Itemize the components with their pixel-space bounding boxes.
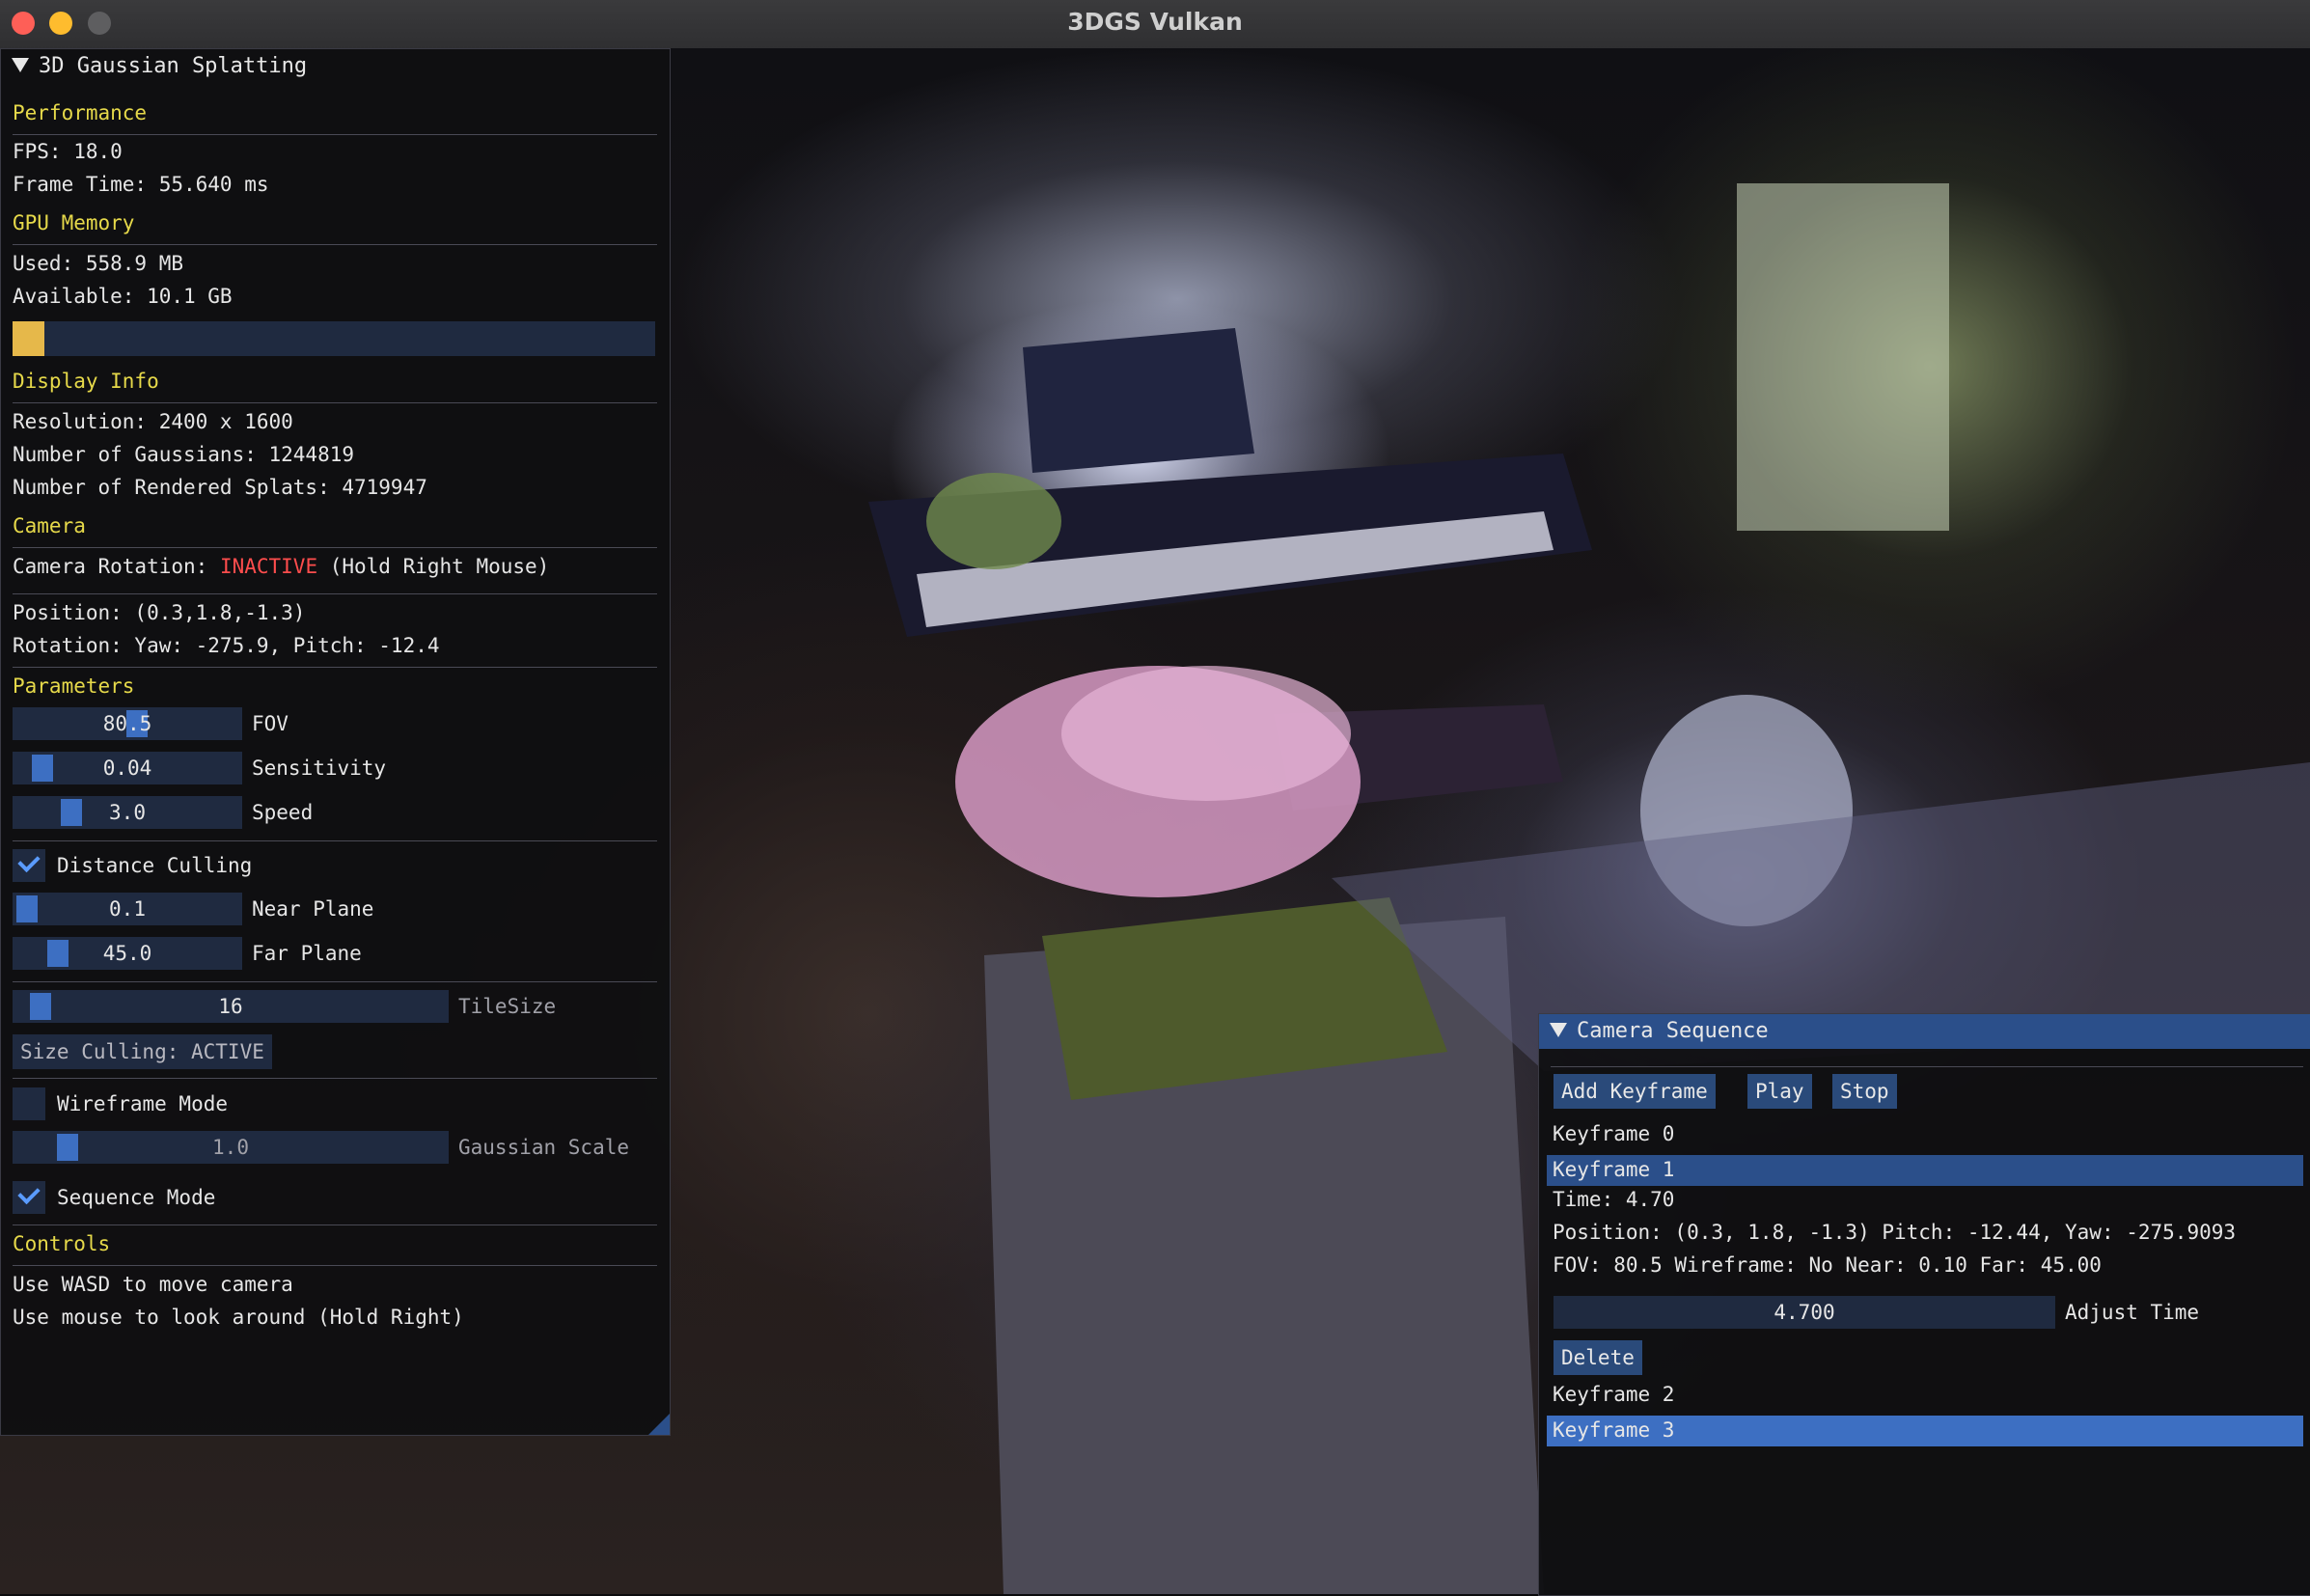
title-bar: 3DGS Vulkan <box>0 0 2310 49</box>
camera-position-readout: Position: (0.3,1.8,-1.3) <box>13 601 306 624</box>
keyframe-position: Position: (0.3, 1.8, -1.3) Pitch: -12.44… <box>1553 1221 2237 1244</box>
parameters-heading: Parameters <box>13 674 135 698</box>
fov-slider[interactable]: 80.5 <box>13 707 242 740</box>
display-info-heading: Display Info <box>13 370 159 393</box>
add-keyframe-button[interactable]: Add Keyframe <box>1554 1074 1716 1109</box>
camera-sequence-title: Camera Sequence <box>1577 1019 1769 1043</box>
separator <box>13 1265 657 1266</box>
tile-size-value: 16 <box>218 995 243 1018</box>
frame-time-readout: Frame Time: 55.640 ms <box>13 173 269 196</box>
play-button[interactable]: Play <box>1747 1074 1812 1109</box>
size-culling-button[interactable]: Size Culling: ACTIVE <box>13 1034 272 1069</box>
separator <box>13 244 657 245</box>
resolution-readout: Resolution: 2400 x 1600 <box>13 410 293 433</box>
keyframe-time: Time: 4.70 <box>1553 1188 1675 1211</box>
separator <box>13 667 657 668</box>
keyframe-item[interactable]: Keyframe 0 <box>1553 1122 1674 1145</box>
checkmark-icon <box>17 849 41 873</box>
separator <box>13 840 657 841</box>
keyframe-item-label: Keyframe 1 <box>1553 1158 1675 1181</box>
sequence-mode-checkbox[interactable] <box>13 1181 45 1214</box>
gaussian-scale-label: Gaussian Scale <box>458 1136 630 1159</box>
gaussian-scale-slider[interactable]: 1.0 <box>13 1131 449 1164</box>
gaussian-scale-value: 1.0 <box>212 1136 249 1159</box>
near-plane-slider[interactable]: 0.1 <box>13 893 242 925</box>
keyframe-item-label: Keyframe 3 <box>1553 1418 1675 1442</box>
camera-rotation-readout: Rotation: Yaw: -275.9, Pitch: -12.4 <box>13 634 440 657</box>
wireframe-mode-checkbox[interactable] <box>13 1087 45 1120</box>
rendered-splats-readout: Number of Rendered Splats: 4719947 <box>13 476 427 499</box>
camera-sequence-panel[interactable]: Camera Sequence Add Keyframe Play Stop K… <box>1538 1013 2310 1596</box>
resize-grip[interactable] <box>648 1414 670 1435</box>
separator <box>13 1078 657 1079</box>
speed-value: 3.0 <box>109 801 146 824</box>
camera-rotation-state: INACTIVE <box>219 555 318 578</box>
fov-value: 80.5 <box>102 712 152 735</box>
performance-heading: Performance <box>13 101 148 124</box>
gpu-memory-progress-bar <box>13 321 655 356</box>
sensitivity-slider[interactable]: 0.04 <box>13 752 242 784</box>
sensitivity-value: 0.04 <box>102 757 152 780</box>
controls-mouse-hint: Use mouse to look around (Hold Right) <box>13 1306 464 1329</box>
panel-header[interactable]: 3D Gaussian Splatting <box>1 49 670 84</box>
piano-music-stand <box>1023 328 1254 473</box>
controls-wasd-hint: Use WASD to move camera <box>13 1273 293 1296</box>
delete-keyframe-button[interactable]: Delete <box>1554 1340 1642 1375</box>
separator <box>13 981 657 982</box>
adjust-time-value: 4.700 <box>1774 1301 1835 1324</box>
sequence-mode-label: Sequence Mode <box>57 1186 216 1209</box>
distance-culling-checkbox[interactable] <box>13 849 45 882</box>
near-plane-label: Near Plane <box>252 897 374 921</box>
window-light <box>1737 183 1949 531</box>
camera-heading: Camera <box>13 514 86 537</box>
separator <box>13 547 657 548</box>
speed-label: Speed <box>252 801 314 824</box>
panel-title: 3D Gaussian Splatting <box>39 54 308 78</box>
gpu-memory-heading: GPU Memory <box>13 211 135 234</box>
collapse-triangle-icon[interactable] <box>12 57 29 72</box>
collapse-triangle-icon[interactable] <box>1550 1022 1567 1037</box>
checkmark-icon <box>17 1181 41 1205</box>
fov-label: FOV <box>252 712 289 735</box>
keyframe-item-highlighted[interactable]: Keyframe 3 <box>1547 1416 2303 1446</box>
adjust-time-slider[interactable]: 4.700 <box>1554 1296 2055 1329</box>
controls-heading: Controls <box>13 1232 111 1255</box>
distance-culling-label: Distance Culling <box>57 854 253 877</box>
plush-toys <box>926 473 1061 569</box>
sensitivity-label: Sensitivity <box>252 757 387 780</box>
fps-readout: FPS: 18.0 <box>13 140 123 163</box>
separator <box>13 134 657 135</box>
gaussian-splatting-panel[interactable]: 3D Gaussian Splatting Performance FPS: 1… <box>0 48 671 1436</box>
stop-button[interactable]: Stop <box>1832 1074 1897 1109</box>
tile-size-slider[interactable]: 16 <box>13 990 449 1023</box>
gaussians-count-readout: Number of Gaussians: 1244819 <box>13 443 355 466</box>
separator <box>1551 1066 2303 1067</box>
camera-sequence-header[interactable]: Camera Sequence <box>1539 1014 2310 1049</box>
adjust-time-label: Adjust Time <box>2065 1301 2200 1324</box>
far-plane-value: 45.0 <box>102 942 152 965</box>
keyframe-fov-info: FOV: 80.5 Wireframe: No Near: 0.10 Far: … <box>1553 1253 2102 1277</box>
keyframe-item[interactable]: Keyframe 2 <box>1553 1383 1674 1406</box>
wireframe-mode-label: Wireframe Mode <box>57 1092 229 1115</box>
speed-slider[interactable]: 3.0 <box>13 796 242 829</box>
camera-rotation-status: Camera Rotation: INACTIVE (Hold Right Mo… <box>13 555 549 578</box>
gpu-memory-progress-fill <box>13 321 45 356</box>
gpu-available-readout: Available: 10.1 GB <box>13 285 233 308</box>
camera-rotation-hint: (Hold Right Mouse) <box>317 555 550 578</box>
separator <box>13 402 657 403</box>
keyframe-item-selected[interactable]: Keyframe 1 <box>1547 1155 2303 1186</box>
near-plane-value: 0.1 <box>109 897 146 921</box>
tile-size-label: TileSize <box>458 995 557 1018</box>
far-plane-slider[interactable]: 45.0 <box>13 937 242 970</box>
gpu-used-readout: Used: 558.9 MB <box>13 252 184 275</box>
far-plane-label: Far Plane <box>252 942 362 965</box>
separator <box>13 593 657 594</box>
window-title: 3DGS Vulkan <box>1067 8 1243 36</box>
camera-rotation-label: Camera Rotation: <box>13 555 220 578</box>
